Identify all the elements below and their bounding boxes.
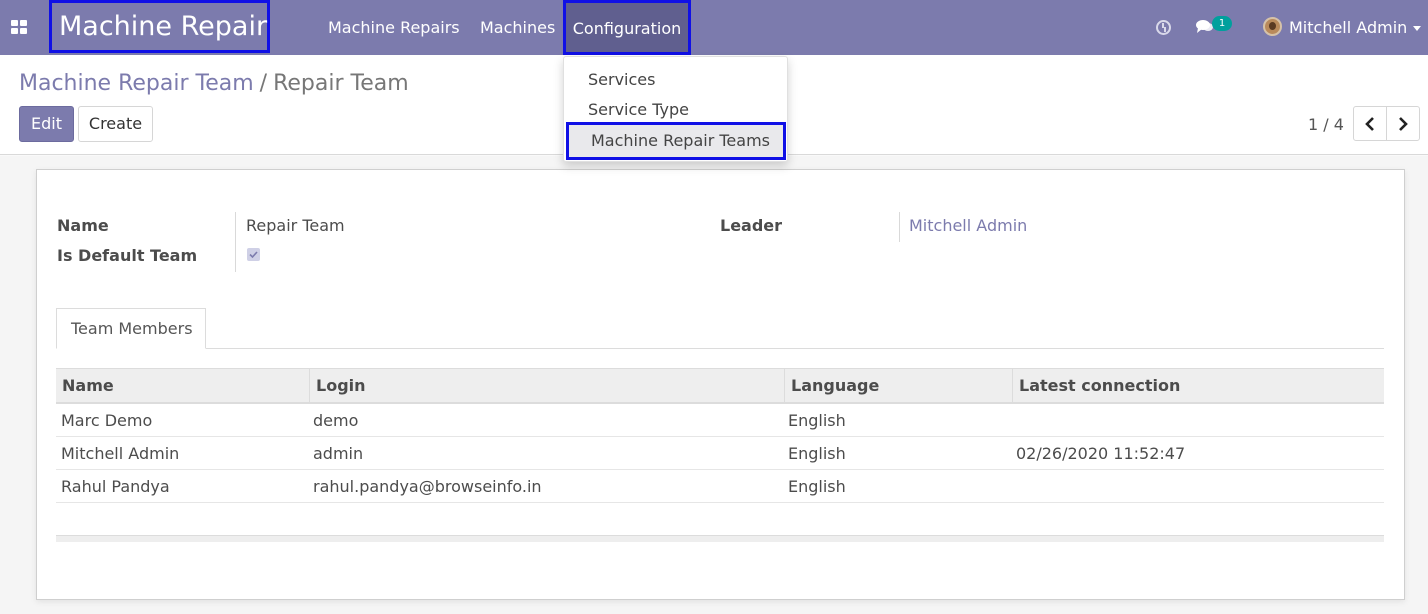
user-menu-caret-icon[interactable] bbox=[1413, 26, 1421, 31]
menu-machines[interactable]: Machines bbox=[480, 0, 555, 55]
dropdown-item-services[interactable]: Services bbox=[564, 65, 787, 95]
cell-language: English bbox=[788, 477, 846, 496]
messages-icon[interactable] bbox=[1196, 19, 1213, 34]
cell-latest-connection: 02/26/2020 11:52:47 bbox=[1016, 444, 1186, 463]
cell-login: demo bbox=[313, 411, 359, 430]
top-navbar: Machine Repair Machine Repairs Machines … bbox=[0, 0, 1428, 55]
pager-next-button[interactable] bbox=[1386, 106, 1420, 141]
cell-login: rahul.pandya@browseinfo.in bbox=[313, 477, 542, 496]
leader-field-link[interactable]: Mitchell Admin bbox=[909, 216, 1027, 235]
breadcrumb-current: Repair Team bbox=[273, 71, 409, 96]
message-count-badge: 1 bbox=[1212, 16, 1232, 31]
breadcrumb-separator: / bbox=[259, 71, 268, 96]
activity-clock-icon[interactable] bbox=[1156, 20, 1171, 35]
table-header: Name Login Language Latest connection bbox=[56, 368, 1384, 404]
table-footer bbox=[56, 535, 1384, 542]
menu-machine-repairs[interactable]: Machine Repairs bbox=[328, 0, 460, 55]
table-row[interactable]: Marc Demo demo English bbox=[56, 404, 1384, 437]
user-avatar[interactable] bbox=[1263, 17, 1282, 36]
cell-name: Rahul Pandya bbox=[61, 477, 170, 496]
chevron-left-icon bbox=[1365, 117, 1374, 131]
cell-name: Marc Demo bbox=[61, 411, 153, 430]
name-label: Name bbox=[57, 216, 109, 235]
menu-configuration[interactable]: Configuration bbox=[563, 0, 691, 55]
app-title[interactable]: Machine Repair bbox=[49, 0, 270, 53]
cell-language: English bbox=[788, 411, 846, 430]
form-sheet: Name Repair Team Is Default Team Leader … bbox=[36, 169, 1405, 600]
configuration-dropdown: Services Service Type Machine Repair Tea… bbox=[563, 56, 788, 162]
cell-name: Mitchell Admin bbox=[61, 444, 180, 463]
name-field[interactable]: Repair Team bbox=[246, 216, 345, 235]
tab-team-members[interactable]: Team Members bbox=[56, 308, 206, 349]
cell-login: admin bbox=[313, 444, 364, 463]
table-row[interactable]: Rahul Pandya rahul.pandya@browseinfo.in … bbox=[56, 470, 1384, 503]
edit-button[interactable]: Edit bbox=[19, 106, 74, 142]
check-icon bbox=[249, 251, 258, 259]
column-header-latest-connection[interactable]: Latest connection bbox=[1012, 369, 1384, 403]
user-menu-name[interactable]: Mitchell Admin bbox=[1289, 0, 1407, 56]
pager-value[interactable]: 1 / 4 bbox=[1308, 115, 1344, 134]
default-team-checkbox[interactable] bbox=[247, 248, 260, 261]
field-divider bbox=[899, 212, 900, 242]
dropdown-item-service-type[interactable]: Service Type bbox=[564, 95, 787, 125]
tab-divider bbox=[56, 348, 1384, 349]
default-team-label: Is Default Team bbox=[57, 246, 198, 265]
leader-label: Leader bbox=[720, 216, 783, 235]
table-row[interactable]: Mitchell Admin admin English 02/26/2020 … bbox=[56, 437, 1384, 470]
column-header-name[interactable]: Name bbox=[56, 369, 309, 403]
create-button[interactable]: Create bbox=[78, 106, 153, 142]
apps-grid-icon[interactable] bbox=[11, 20, 27, 34]
cell-language: English bbox=[788, 444, 846, 463]
chevron-right-icon bbox=[1399, 117, 1408, 131]
field-divider bbox=[235, 212, 236, 272]
column-header-language[interactable]: Language bbox=[784, 369, 1012, 403]
breadcrumb-parent-link[interactable]: Machine Repair Team bbox=[19, 71, 254, 96]
pager-previous-button[interactable] bbox=[1353, 106, 1387, 141]
column-header-login[interactable]: Login bbox=[309, 369, 784, 403]
dropdown-item-machine-repair-teams[interactable]: Machine Repair Teams bbox=[566, 122, 786, 160]
breadcrumb: Machine Repair Team / Repair Team bbox=[19, 71, 409, 96]
